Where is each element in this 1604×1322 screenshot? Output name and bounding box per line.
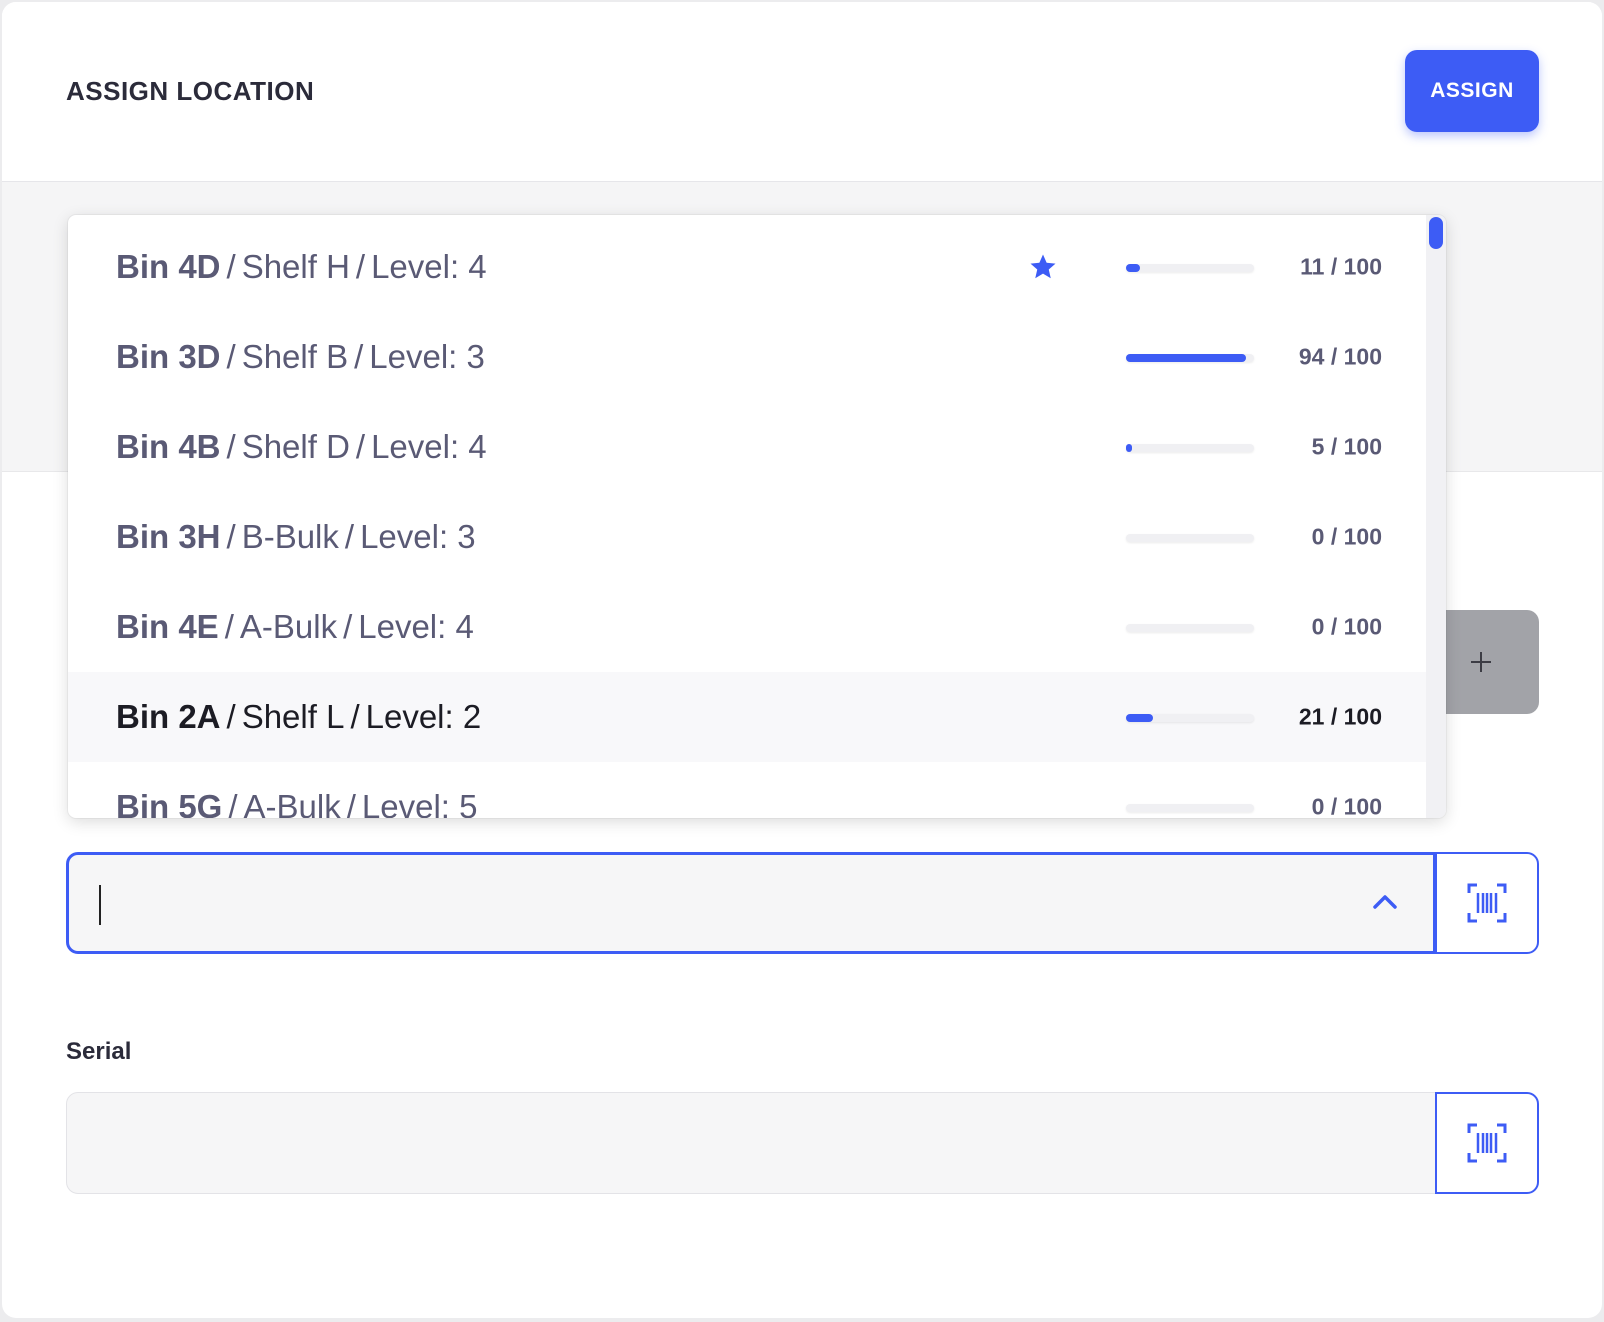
option-shelf: Shelf D bbox=[241, 428, 350, 465]
page-title: ASSIGN LOCATION bbox=[66, 76, 315, 106]
star-icon[interactable] bbox=[1028, 252, 1058, 282]
option-shelf: Shelf H bbox=[241, 248, 350, 285]
option-level: Level: 3 bbox=[369, 338, 485, 375]
separator: / bbox=[226, 698, 236, 735]
location-input[interactable] bbox=[66, 852, 1436, 954]
capacity-count: 5 / 100 bbox=[1311, 433, 1382, 460]
option-label: Bin 2A / Shelf L / Level: 2 bbox=[116, 698, 481, 736]
capacity-count: 0 / 100 bbox=[1311, 793, 1382, 819]
separator: / bbox=[355, 428, 366, 465]
option-bin: Bin 5G bbox=[116, 788, 223, 818]
separator: / bbox=[343, 608, 353, 645]
option-bin: Bin 4B bbox=[116, 428, 221, 465]
dropdown-option[interactable]: Bin 5G / A-Bulk / Level: 50 / 100 bbox=[68, 762, 1426, 818]
option-shelf: A-Bulk bbox=[239, 608, 338, 645]
serial-scan-button[interactable] bbox=[1435, 1092, 1539, 1194]
option-level: Level: 4 bbox=[358, 608, 474, 645]
capacity-bar bbox=[1126, 444, 1254, 452]
separator: / bbox=[350, 698, 360, 735]
option-label: Bin 5G / A-Bulk / Level: 5 bbox=[116, 788, 478, 818]
scroll-thumb[interactable] bbox=[1429, 217, 1443, 249]
option-label: Bin 3D / Shelf B / Level: 3 bbox=[116, 338, 485, 376]
separator: / bbox=[226, 338, 236, 375]
dropdown-option[interactable]: Bin 3H / B-Bulk / Level: 30 / 100 bbox=[68, 492, 1426, 582]
location-dropdown[interactable]: Bin 4D / Shelf H / Level: 4 11 / 100 Bin 3D / Sh… bbox=[68, 215, 1446, 818]
dropdown-option[interactable]: Bin 3D / Shelf B / Level: 3 94 / 100 bbox=[68, 312, 1426, 402]
separator: / bbox=[228, 788, 238, 818]
dropdown-option[interactable]: Bin 4B / Shelf D / Level: 45 / 100 bbox=[68, 402, 1426, 492]
text-cursor bbox=[99, 885, 101, 925]
scrollbar[interactable] bbox=[1426, 215, 1446, 818]
separator: / bbox=[355, 248, 366, 285]
separator: / bbox=[226, 428, 236, 465]
capacity-count: 0 / 100 bbox=[1311, 523, 1382, 550]
capacity-count: 11 / 100 bbox=[1300, 253, 1382, 280]
option-shelf: A-Bulk bbox=[243, 788, 341, 818]
option-bin: Bin 4E bbox=[116, 608, 219, 645]
separator: / bbox=[346, 788, 356, 818]
dropdown-option[interactable]: Bin 2A / Shelf L / Level: 2 21 / 100 bbox=[68, 672, 1426, 762]
separator: / bbox=[224, 608, 234, 645]
chevron-up-icon[interactable] bbox=[1371, 891, 1399, 913]
dropdown-option[interactable]: Bin 4E / A-Bulk / Level: 40 / 100 bbox=[68, 582, 1426, 672]
capacity-count: 0 / 100 bbox=[1311, 613, 1382, 640]
capacity-fill bbox=[1126, 444, 1132, 452]
plus-icon bbox=[1471, 652, 1491, 672]
option-shelf: B-Bulk bbox=[241, 518, 339, 555]
capacity-bar bbox=[1126, 714, 1254, 722]
option-bin: Bin 3D bbox=[116, 338, 221, 375]
assign-button[interactable]: ASSIGN bbox=[1405, 50, 1539, 132]
separator: / bbox=[354, 338, 364, 375]
option-label: Bin 4B / Shelf D / Level: 4 bbox=[116, 428, 487, 466]
assign-location-modal: ASSIGN LOCATION ASSIGN Serial Bin 4D / She… bbox=[2, 2, 1602, 1318]
option-shelf: Shelf B bbox=[241, 338, 349, 375]
capacity-bar bbox=[1126, 354, 1254, 362]
option-bin: Bin 2A bbox=[116, 698, 221, 735]
capacity-count: 21 / 100 bbox=[1298, 703, 1382, 730]
capacity-bar bbox=[1126, 804, 1254, 812]
option-level: Level: 3 bbox=[360, 518, 476, 555]
option-bin: Bin 4D bbox=[116, 248, 221, 285]
capacity-bar bbox=[1126, 264, 1254, 272]
option-shelf: Shelf L bbox=[241, 698, 345, 735]
option-level: Level: 2 bbox=[365, 698, 482, 735]
separator: / bbox=[344, 518, 355, 555]
option-level: Level: 4 bbox=[371, 248, 487, 285]
option-label: Bin 4D / Shelf H / Level: 4 bbox=[116, 248, 487, 286]
option-level: Level: 5 bbox=[361, 788, 478, 818]
separator: / bbox=[226, 248, 236, 285]
barcode-scan-icon bbox=[1467, 883, 1507, 923]
capacity-count: 94 / 100 bbox=[1298, 343, 1382, 370]
serial-input[interactable] bbox=[66, 1092, 1438, 1194]
dropdown-option[interactable]: Bin 4D / Shelf H / Level: 4 11 / 100 bbox=[68, 222, 1426, 312]
option-level: Level: 4 bbox=[371, 428, 487, 465]
option-bin: Bin 3H bbox=[116, 518, 221, 555]
capacity-bar bbox=[1126, 624, 1254, 632]
capacity-fill bbox=[1126, 354, 1246, 362]
capacity-bar bbox=[1126, 534, 1254, 542]
serial-label: Serial bbox=[66, 1038, 132, 1065]
capacity-fill bbox=[1126, 264, 1140, 272]
option-label: Bin 4E / A-Bulk / Level: 4 bbox=[116, 608, 474, 646]
location-scan-button[interactable] bbox=[1435, 852, 1539, 954]
separator: / bbox=[226, 518, 236, 555]
modal-header: ASSIGN LOCATION ASSIGN bbox=[2, 2, 1602, 182]
barcode-scan-icon bbox=[1467, 1123, 1507, 1163]
capacity-fill bbox=[1126, 714, 1153, 722]
option-label: Bin 3H / B-Bulk / Level: 3 bbox=[116, 518, 476, 556]
